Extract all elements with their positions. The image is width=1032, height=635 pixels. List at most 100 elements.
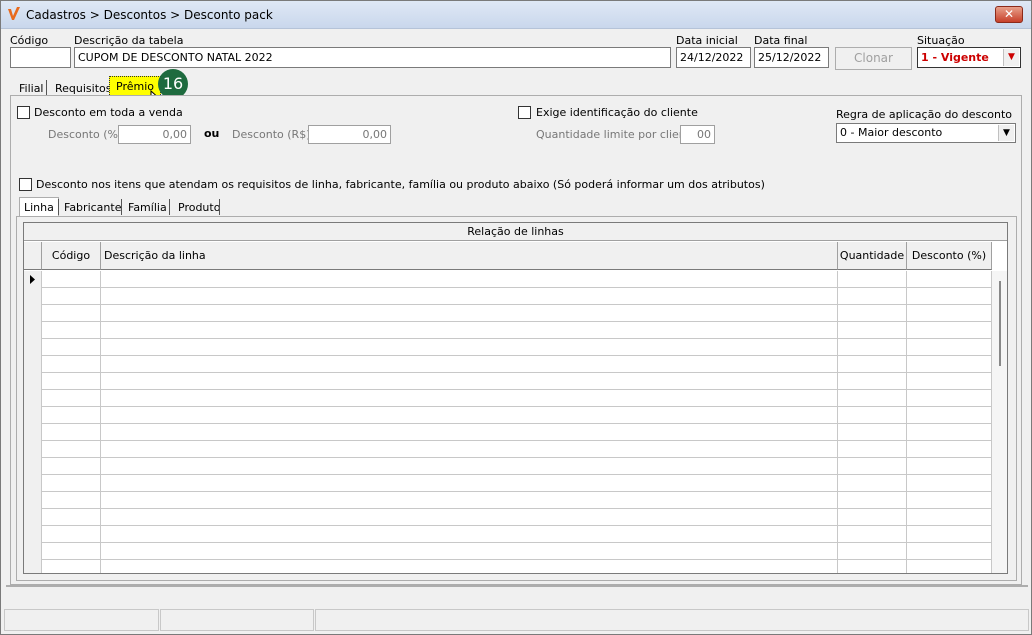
table-row[interactable] <box>24 390 992 407</box>
col-descricao[interactable]: Descrição da linha <box>101 242 838 270</box>
table-cell[interactable] <box>101 288 838 305</box>
table-cell[interactable] <box>42 424 101 441</box>
table-cell[interactable] <box>42 407 101 424</box>
table-row[interactable] <box>24 509 992 526</box>
table-cell[interactable] <box>42 356 101 373</box>
table-cell[interactable] <box>42 560 101 573</box>
table-cell[interactable] <box>42 475 101 492</box>
table-cell[interactable] <box>907 390 992 407</box>
table-row[interactable] <box>24 305 992 322</box>
table-cell[interactable] <box>838 543 907 560</box>
table-cell[interactable] <box>101 543 838 560</box>
table-cell[interactable] <box>101 492 838 509</box>
table-cell[interactable] <box>907 543 992 560</box>
table-cell[interactable] <box>42 441 101 458</box>
table-cell[interactable] <box>907 424 992 441</box>
table-cell[interactable] <box>101 339 838 356</box>
table-cell[interactable] <box>101 322 838 339</box>
subtab-familia[interactable]: Família <box>128 201 167 214</box>
desconto-toda-venda-checkbox[interactable] <box>17 106 30 119</box>
table-cell[interactable] <box>101 458 838 475</box>
table-cell[interactable] <box>101 407 838 424</box>
table-cell[interactable] <box>907 373 992 390</box>
table-cell[interactable] <box>907 560 992 573</box>
table-cell[interactable] <box>42 509 101 526</box>
vertical-scrollbar[interactable] <box>992 271 1007 573</box>
table-cell[interactable] <box>838 526 907 543</box>
clonar-button[interactable]: Clonar <box>835 47 912 70</box>
table-cell[interactable] <box>838 509 907 526</box>
table-cell[interactable] <box>42 492 101 509</box>
table-cell[interactable] <box>907 441 992 458</box>
table-row[interactable] <box>24 407 992 424</box>
desconto-rs-field[interactable]: 0,00 <box>308 125 391 144</box>
col-quantidade[interactable]: Quantidade <box>838 242 907 270</box>
table-cell[interactable] <box>907 271 992 288</box>
table-cell[interactable] <box>838 339 907 356</box>
table-cell[interactable] <box>838 356 907 373</box>
table-cell[interactable] <box>838 560 907 573</box>
table-cell[interactable] <box>907 475 992 492</box>
table-row[interactable] <box>24 288 992 305</box>
regra-select[interactable]: 0 - Maior desconto ▼ <box>836 123 1016 143</box>
qtd-limite-field[interactable]: 00 <box>680 125 715 144</box>
table-cell[interactable] <box>838 458 907 475</box>
table-cell[interactable] <box>907 339 992 356</box>
table-row[interactable] <box>24 271 992 288</box>
subtab-linha[interactable]: Linha <box>19 197 59 217</box>
table-cell[interactable] <box>101 475 838 492</box>
subtab-fabricante[interactable]: Fabricante <box>64 201 121 214</box>
table-cell[interactable] <box>101 526 838 543</box>
table-row[interactable] <box>24 373 992 390</box>
table-cell[interactable] <box>838 271 907 288</box>
table-row[interactable] <box>24 526 992 543</box>
table-cell[interactable] <box>838 288 907 305</box>
scrollbar-thumb[interactable] <box>999 281 1001 366</box>
table-cell[interactable] <box>907 322 992 339</box>
table-row[interactable] <box>24 560 992 573</box>
table-cell[interactable] <box>907 492 992 509</box>
table-cell[interactable] <box>42 271 101 288</box>
subtab-produto[interactable]: Produto <box>178 201 220 214</box>
table-cell[interactable] <box>907 305 992 322</box>
tab-filial[interactable]: Filial <box>19 82 44 95</box>
table-cell[interactable] <box>101 271 838 288</box>
table-cell[interactable] <box>838 305 907 322</box>
table-cell[interactable] <box>907 288 992 305</box>
table-cell[interactable] <box>42 322 101 339</box>
table-row[interactable] <box>24 475 992 492</box>
table-cell[interactable] <box>42 526 101 543</box>
table-cell[interactable] <box>42 543 101 560</box>
col-desconto[interactable]: Desconto (%) <box>907 242 992 270</box>
table-cell[interactable] <box>101 509 838 526</box>
table-row[interactable] <box>24 441 992 458</box>
table-cell[interactable] <box>101 390 838 407</box>
table-cell[interactable] <box>838 492 907 509</box>
table-row[interactable] <box>24 458 992 475</box>
table-cell[interactable] <box>42 288 101 305</box>
table-cell[interactable] <box>838 322 907 339</box>
table-cell[interactable] <box>907 509 992 526</box>
table-cell[interactable] <box>42 390 101 407</box>
data-inicial-field[interactable]: 24/12/2022 <box>676 47 751 68</box>
descricao-field[interactable]: CUPOM DE DESCONTO NATAL 2022 <box>74 47 671 68</box>
table-row[interactable] <box>24 424 992 441</box>
table-cell[interactable] <box>838 475 907 492</box>
table-row[interactable] <box>24 339 992 356</box>
table-row[interactable] <box>24 356 992 373</box>
table-cell[interactable] <box>907 356 992 373</box>
desconto-pct-field[interactable]: 0,00 <box>118 125 191 144</box>
table-cell[interactable] <box>42 458 101 475</box>
table-cell[interactable] <box>101 356 838 373</box>
table-row[interactable] <box>24 543 992 560</box>
situacao-select[interactable]: 1 - Vigente ▼ <box>917 47 1021 68</box>
tab-requisitos[interactable]: Requisitos <box>55 82 112 95</box>
table-cell[interactable] <box>838 441 907 458</box>
table-cell[interactable] <box>101 305 838 322</box>
table-cell[interactable] <box>42 373 101 390</box>
table-cell[interactable] <box>838 373 907 390</box>
desconto-itens-checkbox[interactable] <box>19 178 32 191</box>
table-cell[interactable] <box>838 424 907 441</box>
table-cell[interactable] <box>907 526 992 543</box>
table-cell[interactable] <box>101 373 838 390</box>
